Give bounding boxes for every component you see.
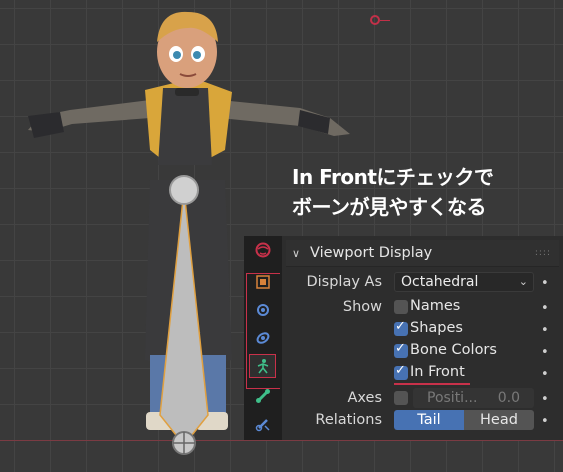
axes-position-label: Positi...: [427, 390, 478, 406]
bone-icon: [256, 389, 270, 403]
display-as-dropdown[interactable]: Octahedral ⌄: [394, 272, 534, 292]
show-shapes-row: Shapes •: [282, 319, 563, 341]
modifier-icon: [257, 304, 269, 316]
axes-position-field[interactable]: Positi... 0.0: [413, 388, 534, 408]
display-as-value: Octahedral: [401, 274, 479, 290]
names-label[interactable]: Names: [410, 298, 460, 314]
bone-constraint-icon: [255, 419, 270, 432]
tab-armature-data[interactable]: [249, 354, 276, 378]
names-checkbox[interactable]: [394, 300, 408, 314]
tab-object[interactable]: [250, 270, 276, 294]
display-as-row: Display As Octahedral ⌄ •: [282, 272, 563, 294]
viewport-display-panel: ∨ Viewport Display :::: Display As Octah…: [282, 236, 563, 440]
world-icon: [255, 242, 271, 258]
tab-bone[interactable]: [250, 384, 276, 408]
tab-world[interactable]: [250, 238, 276, 262]
relations-toggle: Tail Head: [394, 410, 534, 430]
relations-label: Relations: [315, 412, 382, 428]
show-in-front-row: In Front •: [282, 363, 563, 385]
show-label: Show: [342, 299, 382, 315]
in-front-label[interactable]: In Front: [410, 364, 465, 380]
armature-data-icon: [257, 359, 268, 374]
annotation-caption: In Frontにチェックで ボーンが見やすくなる: [292, 162, 494, 222]
keyframe-dot[interactable]: •: [541, 301, 549, 316]
chevron-down-icon[interactable]: ∨: [292, 247, 306, 260]
tab-physics[interactable]: [250, 326, 276, 350]
object-icon: [256, 275, 270, 289]
panel-header[interactable]: ∨ Viewport Display ::::: [286, 240, 559, 267]
show-names-row: Show Names •: [282, 297, 563, 319]
dropdown-caret-icon: ⌄: [518, 275, 528, 288]
caption-line-2: ボーンが見やすくなる: [292, 195, 487, 219]
axes-position-value: 0.0: [497, 390, 520, 406]
keyframe-dot[interactable]: •: [541, 367, 549, 382]
relations-head-button[interactable]: Head: [464, 410, 534, 430]
in-front-checkbox[interactable]: [394, 363, 408, 380]
relations-row: Relations Tail Head •: [282, 410, 563, 432]
drag-handle-icon[interactable]: ::::: [535, 248, 551, 258]
caption-line-1: In Frontにチェックで: [292, 165, 494, 189]
show-bone-colors-row: Bone Colors •: [282, 341, 563, 363]
tab-modifier[interactable]: [250, 298, 276, 322]
bone-colors-label[interactable]: Bone Colors: [410, 342, 497, 358]
tab-bone-constraint[interactable]: [250, 412, 276, 436]
keyframe-dot[interactable]: •: [541, 276, 549, 291]
axes-checkbox[interactable]: [394, 391, 408, 405]
axes-label: Axes: [347, 390, 382, 406]
keyframe-dot[interactable]: •: [541, 323, 549, 338]
display-as-label: Display As: [306, 274, 382, 290]
bone-colors-checkbox[interactable]: [394, 341, 408, 358]
shapes-label[interactable]: Shapes: [410, 320, 463, 336]
keyframe-dot[interactable]: •: [541, 392, 549, 407]
axes-row: Axes Positi... 0.0 •: [282, 388, 563, 410]
physics-icon: [256, 332, 270, 344]
keyframe-dot[interactable]: •: [541, 414, 549, 429]
panel-title: Viewport Display: [310, 245, 433, 261]
shapes-checkbox[interactable]: [394, 319, 408, 336]
keyframe-dot[interactable]: •: [541, 345, 549, 360]
in-front-highlight-underline: [394, 383, 470, 385]
relations-tail-button[interactable]: Tail: [394, 410, 464, 430]
properties-tab-strip: [244, 236, 283, 440]
